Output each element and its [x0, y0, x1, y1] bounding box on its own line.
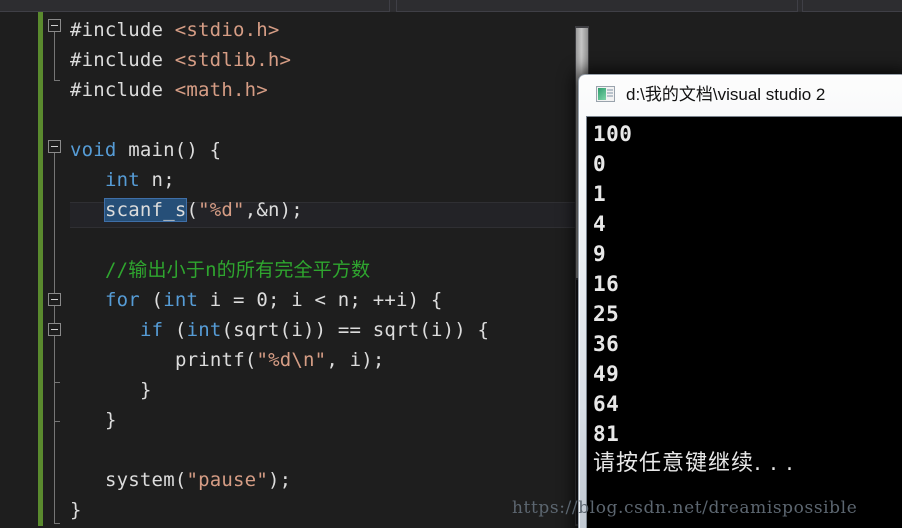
code-token: int: [186, 319, 222, 341]
console-output-line: 64: [593, 392, 620, 416]
code-line[interactable]: scanf_s("%d",&n);: [103, 198, 303, 222]
code-token: }: [105, 409, 117, 431]
code-line[interactable]: }: [105, 410, 117, 430]
console-output-line: 81: [593, 422, 620, 446]
code-token: (: [163, 319, 187, 341]
code-token: system(: [105, 469, 187, 491]
console-prompt-line: 请按任意键继续. . .: [593, 451, 794, 476]
code-token: int: [105, 169, 140, 191]
toolbar-segment-left[interactable]: [0, 0, 390, 12]
console-title-bar[interactable]: d:\我的文档\visual studio 2: [578, 74, 902, 114]
code-line[interactable]: printf("%d\n", i);: [175, 350, 385, 370]
code-token: }: [70, 499, 82, 521]
code-token: "%d": [198, 199, 245, 221]
code-token: main() {: [116, 139, 222, 161]
code-line[interactable]: #include <stdio.h>: [70, 20, 280, 40]
code-token: //输出小于n的所有完全平方数: [105, 259, 371, 281]
code-line[interactable]: system("pause");: [105, 470, 291, 490]
code-line[interactable]: int n;: [105, 170, 175, 190]
code-line[interactable]: //输出小于n的所有完全平方数: [105, 260, 370, 280]
code-token: if: [140, 319, 164, 341]
code-token: #include: [70, 79, 175, 101]
code-token: <stdio.h>: [174, 19, 280, 41]
console-window-icon: [596, 86, 615, 102]
code-token: int: [163, 289, 199, 311]
code-token: );: [267, 469, 292, 491]
console-output-line: 4: [593, 212, 607, 236]
code-line[interactable]: }: [70, 500, 82, 520]
console-output-area[interactable]: 100 0 1 4 9 16 25 36 49 64 81 请按任意键继续. . .: [586, 116, 902, 528]
console-output-line: 25: [593, 302, 620, 326]
code-token: "%d\n": [256, 349, 327, 371]
code-token: <stdlib.h>: [174, 49, 292, 71]
code-token: #include: [70, 49, 175, 71]
toolbar-segment-middle[interactable]: [396, 0, 798, 12]
code-line[interactable]: for (int i = 0; i < n; ++i) {: [105, 290, 443, 310]
code-token: i = 0; i < n; ++i) {: [198, 289, 443, 311]
code-line[interactable]: #include <math.h>: [70, 80, 268, 100]
code-token: (sqrt(i)) == sqrt(i)) {: [221, 319, 490, 341]
code-token: (: [186, 199, 199, 221]
console-title-text: d:\我的文档\visual studio 2: [626, 85, 826, 104]
code-token: for: [105, 289, 140, 311]
code-token: , i);: [326, 349, 385, 371]
code-token: printf(: [175, 349, 257, 371]
code-line[interactable]: if (int(sqrt(i)) == sqrt(i)) {: [140, 320, 489, 340]
console-output-line: 49: [593, 362, 620, 386]
code-line[interactable]: #include <stdlib.h>: [70, 50, 291, 70]
toolbar-segment-right[interactable]: [802, 0, 902, 12]
console-output-line: 16: [593, 272, 620, 296]
code-line[interactable]: }: [140, 380, 152, 400]
code-token: void: [70, 139, 117, 161]
selected-token: scanf_s: [103, 198, 188, 222]
console-output-line: 1: [593, 182, 607, 206]
console-output-line: 9: [593, 242, 607, 266]
code-token: }: [140, 379, 152, 401]
vs-editor-window: #include <stdio.h> #include <stdlib.h> #in…: [0, 0, 902, 528]
console-output-line: 36: [593, 332, 620, 356]
code-token: #include: [70, 19, 175, 41]
console-window[interactable]: d:\我的文档\visual studio 2 100 0 1 4 9 16 25 36 49 6…: [578, 74, 902, 528]
console-output-line: 100: [593, 122, 633, 146]
code-token: <math.h>: [174, 79, 268, 101]
code-token: "pause": [186, 469, 268, 491]
console-output-line: 0: [593, 152, 607, 176]
code-token: (: [139, 289, 164, 311]
code-line[interactable]: void main() {: [70, 140, 221, 160]
code-token: n;: [139, 169, 175, 191]
top-toolbar-strip: [0, 0, 902, 12]
code-token: ,&n);: [244, 199, 303, 221]
